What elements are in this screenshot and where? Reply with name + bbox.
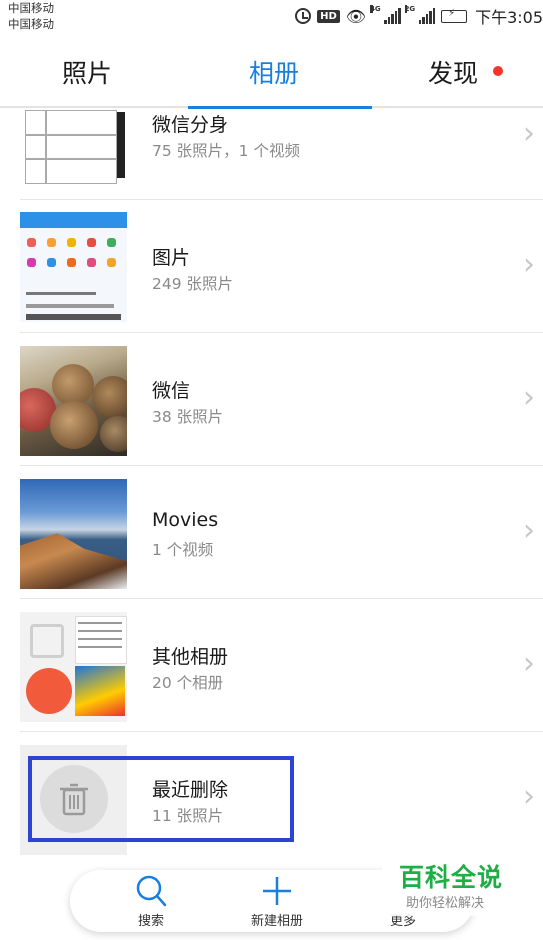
eye-icon: 👁 [345, 6, 367, 26]
active-tab-indicator [188, 106, 372, 109]
chevron-right-icon: › [523, 247, 535, 282]
tab-bar: 照片 相册 发现 [0, 34, 543, 109]
album-thumbnail [20, 346, 127, 456]
signal-icon: 4G [370, 5, 401, 24]
carrier-label: 中国移动 [8, 1, 54, 15]
battery-charging-icon [441, 8, 468, 23]
plus-icon [263, 877, 291, 905]
chevron-right-icon: › [523, 116, 535, 151]
album-row-other-albums[interactable]: 其他相册 20 个相册 › [20, 609, 543, 742]
divider [20, 465, 543, 466]
chevron-right-icon: › [523, 513, 535, 548]
watermark-title: 百科全说 [399, 863, 504, 892]
mail-icon [26, 668, 72, 714]
album-thumbnail [20, 479, 127, 589]
highlight-box [28, 756, 294, 842]
search-label: 搜索 [137, 914, 164, 929]
search-button[interactable]: 搜索 [101, 870, 201, 932]
watermark-logo: 百科全说 助你轻松解决 [382, 852, 518, 916]
divider [20, 332, 543, 333]
album-subtitle: 1 个视频 [152, 541, 214, 559]
album-title: 图片 [152, 247, 191, 269]
album-subtitle: 20 个相册 [152, 674, 224, 692]
album-title: 其他相册 [152, 646, 229, 668]
tab-photos[interactable]: 照片 [62, 54, 112, 90]
divider [20, 598, 543, 599]
chevron-right-icon: › [523, 779, 535, 814]
hd-icon: HD [317, 9, 340, 23]
alarm-icon [295, 8, 312, 24]
watermark-subtitle: 助你轻松解决 [406, 896, 485, 911]
signal-icon: 2G [404, 5, 436, 24]
album-title: 微信分身 [152, 114, 229, 136]
album-row-movies[interactable]: Movies 1 个视频 › [20, 476, 543, 609]
status-bar: 中国移动 中国移动 HD 👁 4G 2G 下午3:05 [0, 0, 543, 34]
tab-discover[interactable]: 发现 [428, 54, 478, 90]
album-thumbnail [20, 110, 127, 188]
chevron-right-icon: › [523, 646, 535, 681]
divider [20, 731, 543, 732]
image-placeholder-icon [30, 624, 64, 658]
clock: 下午3:05 [475, 8, 543, 27]
carrier-label: 中国移动 [8, 17, 54, 31]
album-row-wechat-clone[interactable]: 微信分身 75 张照片，1 个视频 › [20, 110, 543, 200]
new-album-label: 新建相册 [250, 914, 303, 929]
tab-albums[interactable]: 相册 [249, 54, 299, 90]
album-title: 微信 [152, 380, 191, 402]
album-subtitle: 38 张照片 [152, 408, 224, 426]
album-subtitle: 249 张照片 [152, 275, 234, 293]
album-row-images[interactable]: 图片 249 张照片 › [20, 210, 543, 343]
search-icon [136, 875, 167, 907]
album-thumbnail [20, 612, 127, 722]
status-icons: HD 👁 4G 2G 下午3:05 [295, 5, 543, 27]
divider [20, 199, 543, 200]
album-subtitle: 75 张照片，1 个视频 [152, 142, 300, 160]
album-thumbnail [20, 212, 127, 322]
chevron-right-icon: › [523, 380, 535, 415]
album-row-wechat[interactable]: 微信 38 张照片 › [20, 343, 543, 476]
notification-dot [493, 66, 503, 76]
album-title: Movies [152, 509, 219, 531]
new-album-button[interactable]: 新建相册 [227, 870, 327, 932]
